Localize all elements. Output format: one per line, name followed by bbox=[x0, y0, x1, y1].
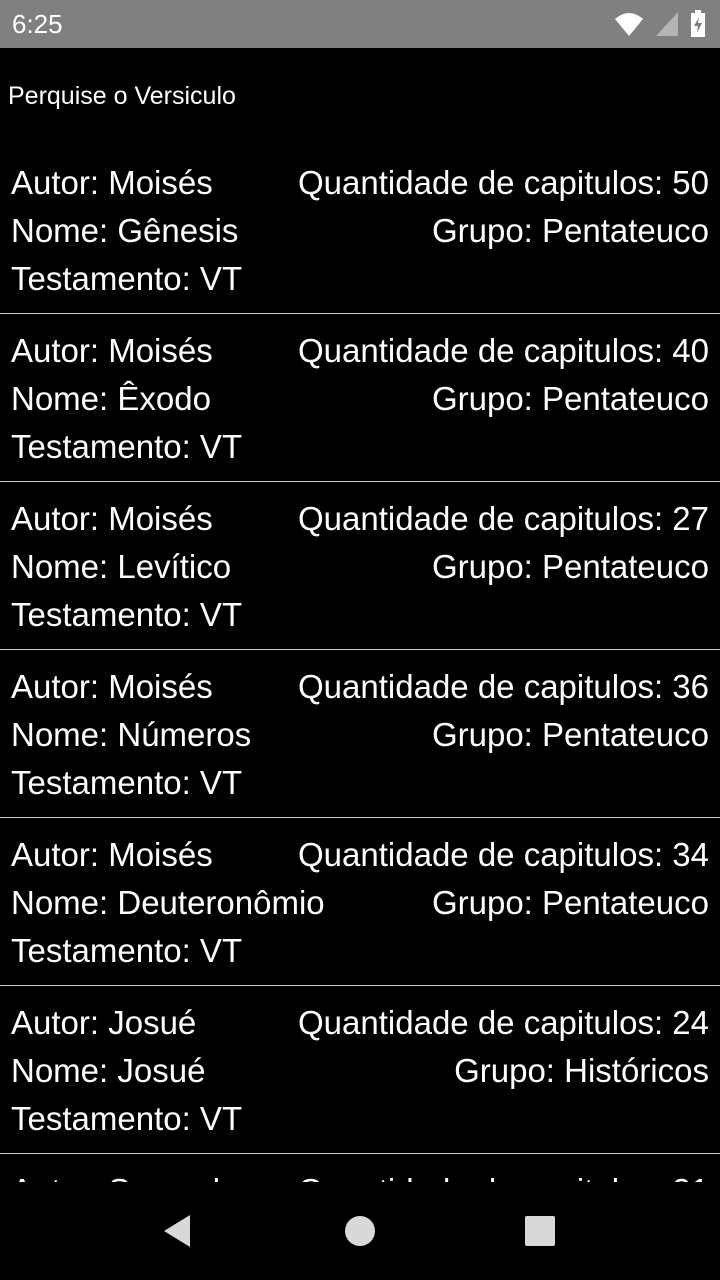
list-item[interactable]: Autor: Moisés Quantidade de capitulos: 40… bbox=[0, 314, 720, 482]
row-line-3: Testamento: VT bbox=[11, 255, 709, 303]
book-chapter-count: Quantidade de capitulos: 40 bbox=[298, 332, 709, 369]
book-author: Autor: Samuel bbox=[11, 1167, 220, 1182]
row-line-2: Nome: Levítico Grupo: Pentateuco bbox=[11, 543, 709, 591]
book-chapter-count: Quantidade de capitulos: 36 bbox=[298, 668, 709, 705]
book-chapter-count: Quantidade de capitulos: 50 bbox=[298, 164, 709, 201]
status-time: 6:25 bbox=[12, 8, 63, 39]
book-name: Nome: Deuteronômio bbox=[11, 884, 325, 921]
row-line-2: Nome: Êxodo Grupo: Pentateuco bbox=[11, 375, 709, 423]
list-item[interactable]: Autor: Samuel Quantidade de capitulos: 21 bbox=[0, 1154, 720, 1182]
book-chapter-count: Quantidade de capitulos: 27 bbox=[298, 500, 709, 537]
row-line-3: Testamento: VT bbox=[11, 591, 709, 639]
row-line-1: Autor: Moisés Quantidade de capitulos: 40 bbox=[11, 327, 709, 375]
wifi-icon bbox=[614, 10, 644, 38]
row-line-2: Nome: Números Grupo: Pentateuco bbox=[11, 711, 709, 759]
book-chapter-count: Quantidade de capitulos: 34 bbox=[298, 836, 709, 873]
book-chapter-count: Quantidade de capitulos: 24 bbox=[298, 1004, 709, 1041]
status-bar: 6:25 bbox=[0, 0, 720, 48]
row-line-1: Autor: Josué Quantidade de capitulos: 24 bbox=[11, 999, 709, 1047]
book-group: Grupo: Pentateuco bbox=[431, 212, 709, 249]
home-icon[interactable] bbox=[325, 1196, 395, 1266]
battery-charging-icon bbox=[690, 10, 706, 38]
list-item[interactable]: Autor: Moisés Quantidade de capitulos: 27… bbox=[0, 482, 720, 650]
cell-signal-icon bbox=[654, 10, 680, 38]
list-item[interactable]: Autor: Moisés Quantidade de capitulos: 34… bbox=[0, 818, 720, 986]
book-group: Grupo: Pentateuco bbox=[431, 884, 709, 921]
book-author: Autor: Josué bbox=[11, 1004, 197, 1041]
list-item[interactable]: Autor: Moisés Quantidade de capitulos: 50… bbox=[0, 146, 720, 314]
book-group: Grupo: Históricos bbox=[454, 1052, 709, 1089]
row-line-1: Autor: Samuel Quantidade de capitulos: 21 bbox=[11, 1167, 709, 1182]
book-author: Autor: Moisés bbox=[11, 836, 213, 873]
row-line-1: Autor: Moisés Quantidade de capitulos: 34 bbox=[11, 831, 709, 879]
book-name: Nome: Números bbox=[11, 716, 252, 753]
search-verse-label[interactable]: Perquise o Versiculo bbox=[8, 82, 236, 111]
row-line-1: Autor: Moisés Quantidade de capitulos: 36 bbox=[11, 663, 709, 711]
book-testament: Testamento: VT bbox=[11, 764, 243, 801]
row-line-1: Autor: Moisés Quantidade de capitulos: 50 bbox=[11, 159, 709, 207]
navigation-bar bbox=[0, 1182, 720, 1280]
book-name: Nome: Levítico bbox=[11, 548, 232, 585]
row-line-2: Nome: Josué Grupo: Históricos bbox=[11, 1047, 709, 1095]
row-line-2: Nome: Gênesis Grupo: Pentateuco bbox=[11, 207, 709, 255]
status-icons bbox=[614, 10, 706, 38]
row-line-3: Testamento: VT bbox=[11, 927, 709, 975]
book-testament: Testamento: VT bbox=[11, 596, 243, 633]
book-testament: Testamento: VT bbox=[11, 428, 243, 465]
book-author: Autor: Moisés bbox=[11, 500, 213, 537]
book-name: Nome: Gênesis bbox=[11, 212, 239, 249]
book-group: Grupo: Pentateuco bbox=[431, 380, 709, 417]
row-line-2: Nome: Deuteronômio Grupo: Pentateuco bbox=[11, 879, 709, 927]
book-group: Grupo: Pentateuco bbox=[431, 716, 709, 753]
row-line-3: Testamento: VT bbox=[11, 759, 709, 807]
list-item[interactable]: Autor: Josué Quantidade de capitulos: 24 N… bbox=[0, 986, 720, 1154]
book-testament: Testamento: VT bbox=[11, 260, 243, 297]
row-line-3: Testamento: VT bbox=[11, 423, 709, 471]
book-author: Autor: Moisés bbox=[11, 164, 213, 201]
book-author: Autor: Moisés bbox=[11, 668, 213, 705]
row-line-1: Autor: Moisés Quantidade de capitulos: 27 bbox=[11, 495, 709, 543]
book-name: Nome: Josué bbox=[11, 1052, 206, 1089]
book-chapter-count: Quantidade de capitulos: 21 bbox=[298, 1167, 709, 1182]
book-group: Grupo: Pentateuco bbox=[431, 548, 709, 585]
book-author: Autor: Moisés bbox=[11, 332, 213, 369]
books-list[interactable]: Autor: Moisés Quantidade de capitulos: 50… bbox=[0, 146, 720, 1182]
recents-icon[interactable] bbox=[505, 1196, 575, 1266]
book-name: Nome: Êxodo bbox=[11, 380, 211, 417]
book-testament: Testamento: VT bbox=[11, 1100, 243, 1137]
list-item[interactable]: Autor: Moisés Quantidade de capitulos: 36… bbox=[0, 650, 720, 818]
back-icon[interactable] bbox=[143, 1196, 213, 1266]
row-line-3: Testamento: VT bbox=[11, 1095, 709, 1143]
book-testament: Testamento: VT bbox=[11, 932, 243, 969]
